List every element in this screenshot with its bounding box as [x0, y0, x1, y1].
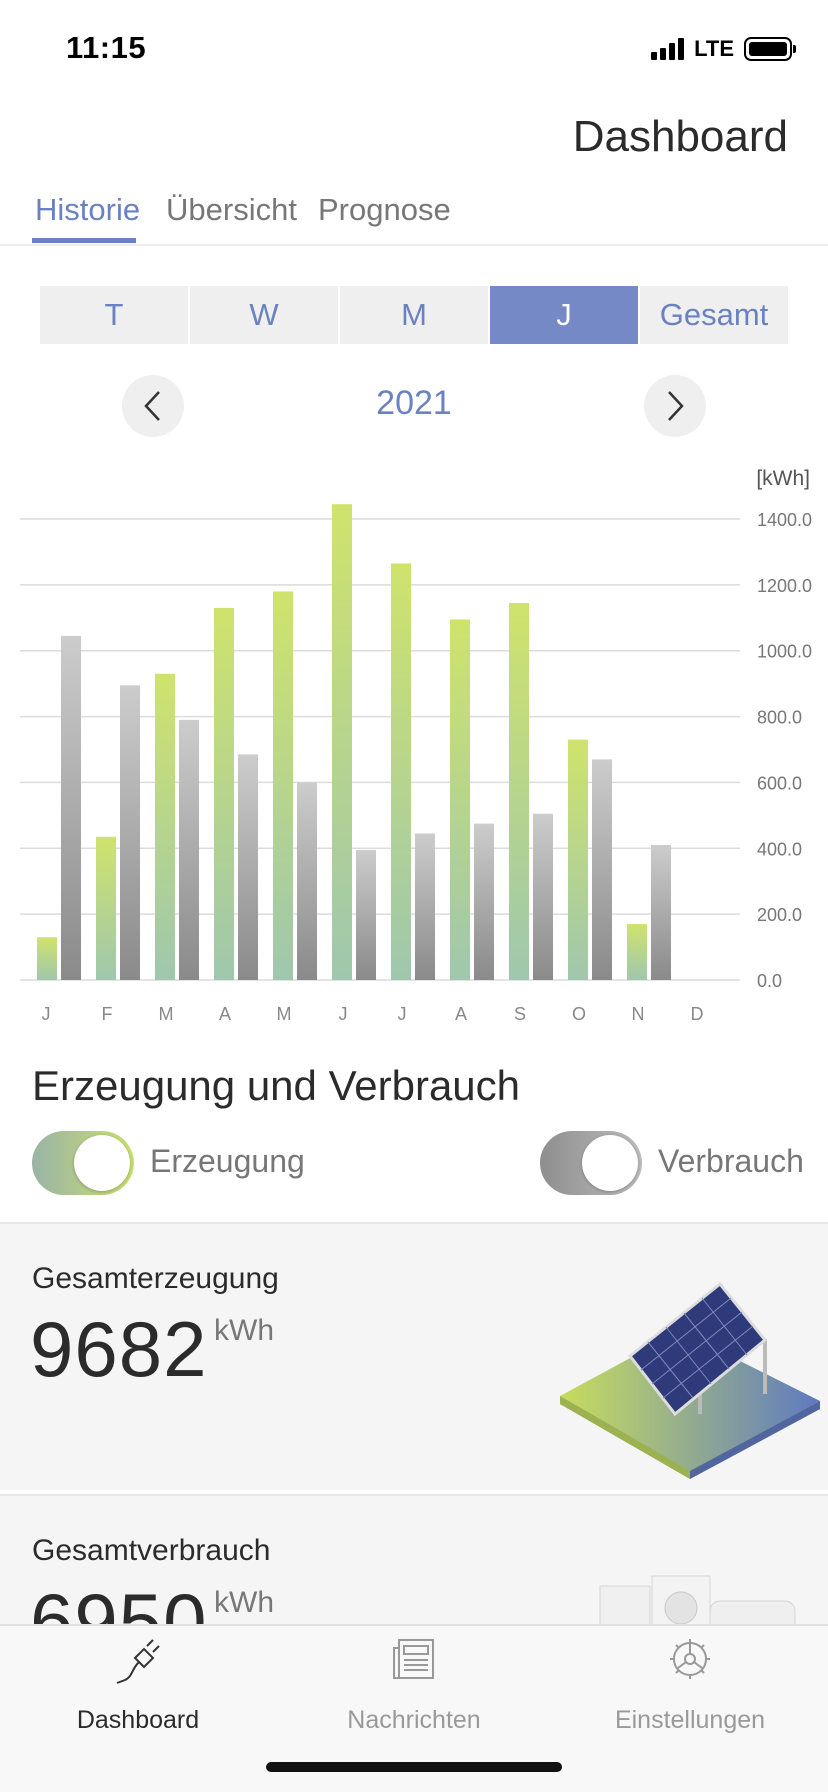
period-month-button[interactable]: M	[340, 286, 488, 344]
toggle-knob	[582, 1135, 638, 1191]
x-tick-label: S	[514, 1004, 526, 1024]
consumption-bar[interactable]	[592, 759, 612, 980]
section-title: Erzeugung und Verbrauch	[32, 1062, 521, 1109]
solar-panel-illustration	[560, 1281, 820, 1479]
tabbar-label: Dashboard	[76, 1706, 200, 1734]
x-tick-label: A	[455, 1004, 467, 1024]
y-tick-label: 1000.0	[757, 642, 812, 662]
consumption-bar[interactable]	[533, 813, 553, 980]
period-week-button[interactable]: W	[190, 286, 338, 344]
tabbar-nachrichten[interactable]: Nachrichten	[276, 1626, 552, 1746]
previous-year-button[interactable]	[122, 375, 184, 437]
consumption-bar[interactable]	[179, 719, 199, 980]
battery-icon	[744, 37, 796, 61]
card-title: Gesamtverbrauch	[32, 1534, 271, 1567]
status-time: 11:15	[66, 30, 147, 65]
generation-bar[interactable]	[568, 739, 588, 980]
tabbar-einstellungen[interactable]: Einstellungen	[552, 1626, 828, 1746]
consumption-bar[interactable]	[474, 823, 494, 980]
consumption-toggle[interactable]	[540, 1131, 642, 1195]
tab-prognose[interactable]: Prognose	[318, 192, 451, 228]
consumption-bar[interactable]	[651, 844, 671, 980]
y-tick-label: 200.0	[757, 905, 802, 925]
x-tick-label: A	[219, 1004, 231, 1024]
y-tick-label: 400.0	[757, 839, 802, 859]
period-day-button[interactable]: T	[40, 286, 188, 344]
energy-bar-chart: [kWh] 0.0 200.0 400.0 600.0 800.0 1000.0 1200.…	[20, 467, 812, 1024]
generation-bar[interactable]	[450, 619, 470, 980]
chevron-right-icon	[668, 391, 684, 421]
tab-uebersicht[interactable]: Übersicht	[166, 192, 297, 228]
generation-bar[interactable]	[627, 924, 647, 980]
card-title: Gesamterzeugung	[32, 1262, 279, 1295]
y-tick-label: 0.0	[757, 971, 782, 991]
x-tick-label: D	[691, 1004, 704, 1024]
network-label: LTE	[694, 36, 734, 61]
generation-toggle-label: Erzeugung	[150, 1143, 305, 1179]
card-unit: kWh	[214, 1314, 274, 1347]
gear-icon	[670, 1639, 710, 1679]
page-title: Dashboard	[572, 112, 788, 161]
x-tick-label: J	[339, 1004, 348, 1024]
card-value: 9682	[30, 1305, 208, 1393]
period-selector: T W M J Gesamt	[40, 286, 788, 344]
total-consumption-card[interactable]: Gesamtverbrauch 6950 kWh	[0, 1494, 828, 1634]
plug-icon	[116, 1639, 160, 1684]
card-unit: kWh	[214, 1586, 274, 1619]
generation-bar[interactable]	[214, 607, 234, 980]
generation-bar[interactable]	[509, 602, 529, 980]
generation-bar[interactable]	[37, 937, 57, 980]
x-tick-label: O	[572, 1004, 586, 1024]
y-tick-label: 800.0	[757, 708, 802, 728]
consumption-toggle-label: Verbrauch	[658, 1143, 804, 1179]
period-total-button[interactable]: Gesamt	[640, 286, 788, 344]
x-tick-label: M	[159, 1004, 174, 1024]
status-indicators: LTE	[651, 36, 796, 62]
next-year-button[interactable]	[644, 375, 706, 437]
consumption-bar[interactable]	[238, 754, 258, 980]
toggle-knob	[74, 1135, 130, 1191]
active-tab-indicator	[32, 238, 136, 243]
x-tick-label: J	[42, 1004, 51, 1024]
x-tick-label: J	[398, 1004, 407, 1024]
consumption-bar[interactable]	[356, 849, 376, 980]
consumption-bar[interactable]	[297, 782, 317, 980]
chevron-left-icon	[144, 391, 160, 421]
y-tick-label: 1400.0	[757, 510, 812, 530]
top-tabs: Historie Übersicht Prognose	[0, 184, 828, 246]
signal-icon	[651, 38, 685, 60]
tab-historie[interactable]: Historie	[35, 192, 140, 228]
generation-bar[interactable]	[155, 673, 175, 980]
y-tick-label: 600.0	[757, 773, 802, 793]
home-indicator	[266, 1762, 562, 1772]
x-tick-label: N	[632, 1004, 645, 1024]
generation-toggle[interactable]	[32, 1131, 134, 1195]
tabbar-label: Einstellungen	[614, 1706, 766, 1734]
newspaper-icon	[393, 1639, 434, 1679]
status-bar: 11:15 LTE	[0, 0, 828, 100]
chart-unit-label: [kWh]	[756, 467, 810, 490]
generation-bar[interactable]	[332, 504, 352, 980]
generation-bar[interactable]	[96, 836, 116, 980]
x-tick-label: M	[277, 1004, 292, 1024]
consumption-bar[interactable]	[61, 635, 81, 980]
y-tick-label: 1200.0	[757, 576, 812, 596]
generation-bar[interactable]	[391, 563, 411, 980]
period-year-button[interactable]: J	[490, 286, 638, 344]
tabbar-label: Nachrichten	[347, 1706, 481, 1734]
appliances-illustration	[599, 1575, 796, 1634]
consumption-bar[interactable]	[120, 685, 140, 980]
tabbar-dashboard[interactable]: Dashboard	[0, 1626, 276, 1746]
consumption-bar[interactable]	[415, 833, 435, 980]
generation-bar[interactable]	[273, 591, 293, 980]
total-generation-card[interactable]: Gesamterzeugung 9682 kWh	[0, 1222, 828, 1490]
x-tick-label: F	[102, 1004, 113, 1024]
